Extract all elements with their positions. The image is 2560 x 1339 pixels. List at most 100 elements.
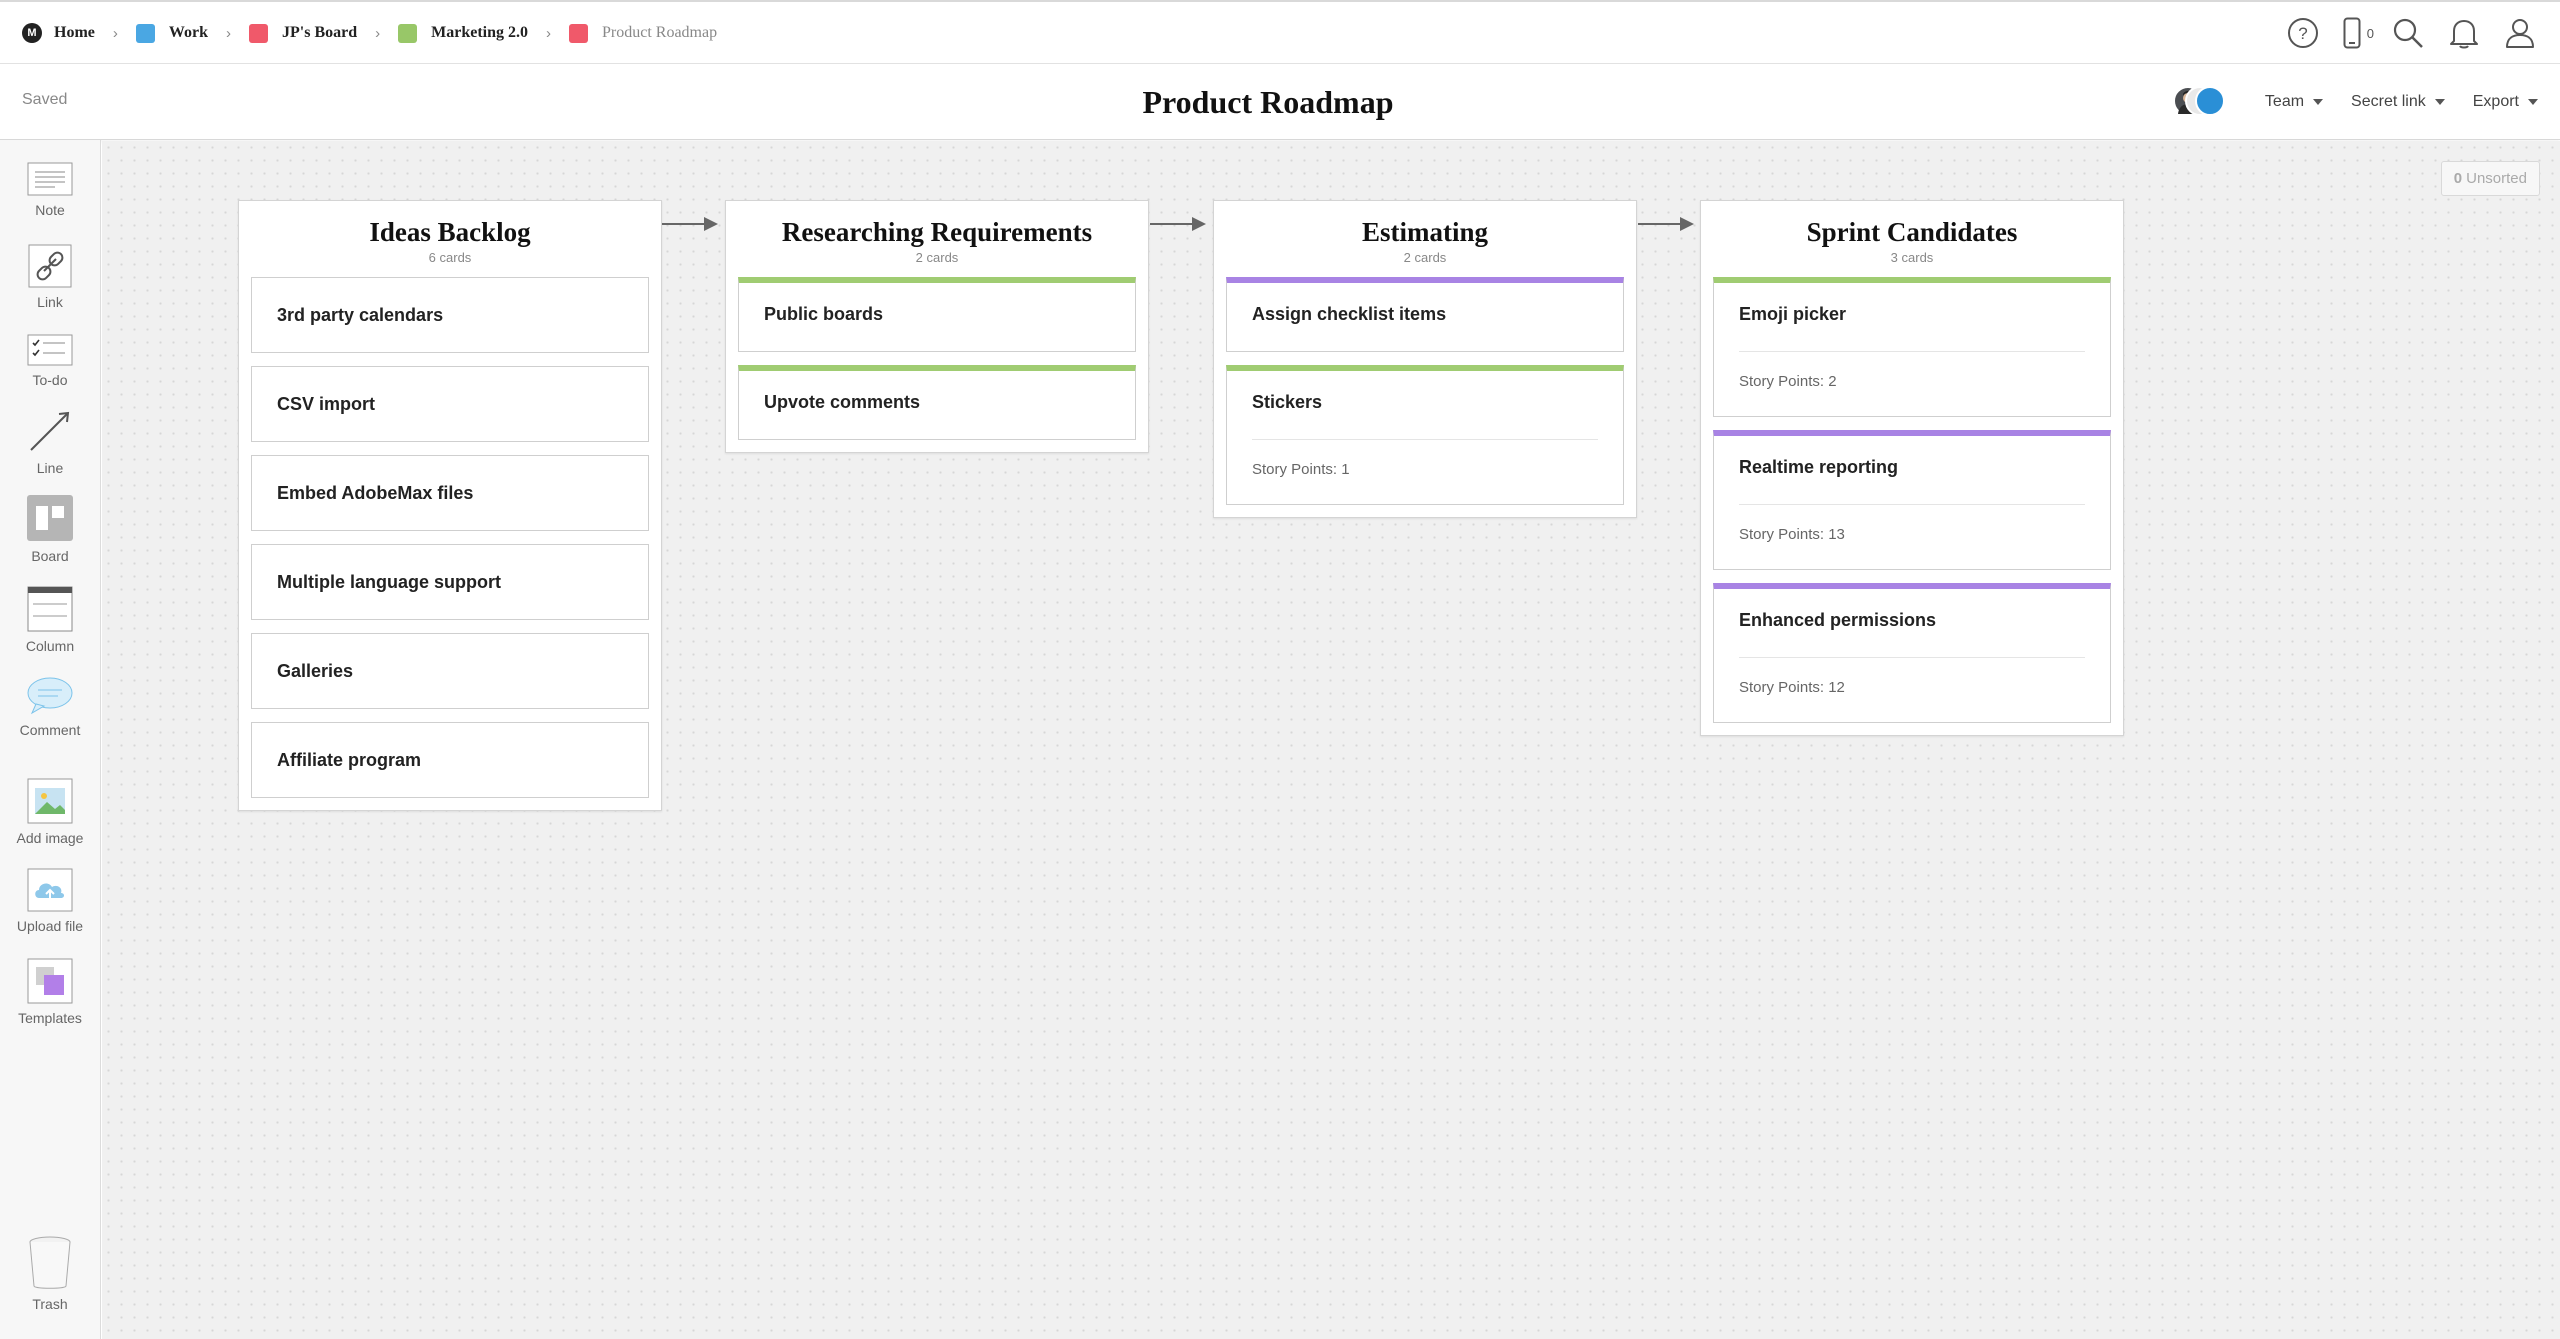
search-icon[interactable] bbox=[2388, 13, 2428, 53]
card[interactable]: CSV import bbox=[251, 366, 649, 442]
collaborator-avatars[interactable] bbox=[2172, 86, 2229, 118]
tool-label: Trash bbox=[32, 1296, 68, 1312]
breadcrumb-work[interactable]: Work bbox=[135, 23, 208, 43]
breadcrumb-label: Product Roadmap bbox=[602, 24, 718, 41]
tool-upload-file[interactable]: Upload file bbox=[0, 868, 100, 934]
card[interactable]: Affiliate program bbox=[251, 722, 649, 798]
unsorted-button[interactable]: 0 Unsorted bbox=[2440, 161, 2540, 196]
team-label: Team bbox=[2264, 93, 2305, 110]
tool-column[interactable]: Column bbox=[0, 586, 100, 654]
column-title[interactable]: Researching Requirements bbox=[738, 217, 1136, 248]
tool-note[interactable]: Note bbox=[0, 162, 100, 218]
breadcrumb-label: Home bbox=[54, 24, 95, 41]
card-title: Enhanced permissions bbox=[1739, 610, 1937, 630]
card-title: Stickers bbox=[1252, 392, 1323, 412]
bell-icon[interactable] bbox=[2444, 13, 2484, 53]
tool-comment[interactable]: Comment bbox=[0, 676, 100, 738]
card[interactable]: Stickers Story Points: 1 bbox=[1226, 365, 1624, 505]
card[interactable]: Assign checklist items bbox=[1226, 277, 1624, 352]
tool-link[interactable]: Link bbox=[0, 244, 100, 310]
caret-down-icon bbox=[2434, 99, 2445, 105]
card[interactable]: Galleries bbox=[251, 633, 649, 709]
card[interactable]: Realtime reporting Story Points: 13 bbox=[1713, 430, 2111, 570]
tool-trash[interactable]: Trash bbox=[0, 1236, 100, 1312]
board-icon bbox=[27, 495, 73, 541]
chevron-right-icon: › bbox=[546, 24, 551, 42]
breadcrumb-label: Work bbox=[168, 24, 208, 41]
column-card-count: 2 cards bbox=[915, 250, 959, 265]
card[interactable]: Upvote comments bbox=[738, 365, 1136, 440]
comment-icon bbox=[27, 677, 73, 715]
breadcrumb-home[interactable]: Home bbox=[22, 23, 95, 43]
help-circle-icon[interactable]: ? bbox=[2283, 13, 2323, 53]
column-title[interactable]: Estimating bbox=[1226, 217, 1624, 248]
card-story-points: Story Points: 1 bbox=[1252, 461, 1350, 478]
tool-line[interactable]: Line bbox=[0, 408, 100, 476]
tool-label: Upload file bbox=[16, 918, 84, 934]
card-title: Affiliate program bbox=[277, 750, 422, 770]
card-title: Embed AdobeMax files bbox=[277, 483, 474, 503]
unsorted-label: Unsorted bbox=[2466, 170, 2527, 187]
note-icon bbox=[27, 162, 73, 196]
tool-label: Comment bbox=[19, 722, 81, 738]
tool-label: Line bbox=[36, 460, 64, 476]
card-title: Public boards bbox=[764, 304, 884, 324]
top-actions: ? 0 bbox=[2283, 2, 2560, 64]
breadcrumb-label: Marketing 2.0 bbox=[431, 24, 528, 41]
phone-count: 0 bbox=[2366, 25, 2374, 41]
tool-templates[interactable]: Templates bbox=[0, 958, 100, 1026]
column-researching-requirements[interactable]: Researching Requirements 2 cards Public … bbox=[725, 200, 1149, 453]
connector-arrow[interactable] bbox=[1150, 217, 1206, 231]
card[interactable]: Emoji picker Story Points: 2 bbox=[1713, 277, 2111, 417]
connector-arrow[interactable] bbox=[1638, 217, 1694, 231]
team-dropdown[interactable]: Team bbox=[2264, 93, 2324, 111]
card-title: Upvote comments bbox=[764, 392, 921, 412]
trash-icon bbox=[29, 1236, 71, 1289]
column-sprint-candidates[interactable]: Sprint Candidates 3 cards Emoji picker S… bbox=[1700, 200, 2124, 736]
templates-icon bbox=[27, 958, 73, 1004]
tool-sidebar: Note Link To-do Line Board Column Commen… bbox=[0, 140, 101, 1339]
card-title: Assign checklist items bbox=[1252, 304, 1447, 324]
column-ideas-backlog[interactable]: Ideas Backlog 6 cards 3rd party calendar… bbox=[238, 200, 662, 811]
breadcrumb-jps-board[interactable]: JP's Board bbox=[249, 23, 358, 43]
board-color-icon bbox=[398, 23, 418, 43]
secret-link-label: Secret link bbox=[2351, 93, 2426, 110]
page-title[interactable]: Product Roadmap bbox=[0, 84, 2536, 121]
breadcrumb-product-roadmap[interactable]: Product Roadmap bbox=[569, 23, 718, 43]
chevron-right-icon: › bbox=[226, 24, 231, 42]
card-title: 3rd party calendars bbox=[277, 305, 444, 325]
column-icon bbox=[27, 586, 73, 632]
tool-add-image[interactable]: Add image bbox=[0, 778, 100, 846]
card[interactable]: Enhanced permissions Story Points: 12 bbox=[1713, 583, 2111, 723]
unsorted-count: 0 bbox=[2453, 170, 2463, 187]
avatar bbox=[2194, 86, 2225, 116]
image-icon bbox=[27, 778, 73, 824]
card[interactable]: Multiple language support bbox=[251, 544, 649, 620]
user-icon[interactable] bbox=[2500, 13, 2540, 53]
breadcrumb-label: JP's Board bbox=[282, 24, 358, 41]
tool-label: Add image bbox=[16, 830, 84, 846]
column-title[interactable]: Ideas Backlog bbox=[251, 217, 649, 248]
column-title[interactable]: Sprint Candidates bbox=[1713, 217, 2111, 248]
tool-label: Board bbox=[31, 548, 69, 564]
board-color-icon bbox=[569, 23, 588, 43]
export-dropdown[interactable]: Export bbox=[2473, 93, 2538, 111]
tool-label: To-do bbox=[32, 372, 68, 388]
svg-text:?: ? bbox=[2298, 24, 2307, 43]
caret-down-icon bbox=[2528, 99, 2538, 105]
tool-board[interactable]: Board bbox=[0, 494, 100, 564]
card-title: Galleries bbox=[277, 661, 354, 681]
card[interactable]: Public boards bbox=[738, 277, 1136, 352]
card-title: Multiple language support bbox=[277, 572, 501, 592]
breadcrumb-marketing[interactable]: Marketing 2.0 bbox=[398, 23, 528, 43]
board-color-icon bbox=[249, 23, 268, 43]
chevron-right-icon: › bbox=[375, 24, 381, 42]
line-icon bbox=[30, 411, 70, 451]
column-estimating[interactable]: Estimating 2 cards Assign checklist item… bbox=[1213, 200, 1637, 518]
card[interactable]: 3rd party calendars bbox=[251, 277, 649, 353]
tool-todo[interactable]: To-do bbox=[0, 334, 100, 388]
connector-arrow[interactable] bbox=[662, 217, 718, 231]
secret-link-dropdown[interactable]: Secret link bbox=[2351, 93, 2445, 111]
card[interactable]: Embed AdobeMax files bbox=[251, 455, 649, 531]
phone-icon[interactable] bbox=[2337, 13, 2367, 53]
